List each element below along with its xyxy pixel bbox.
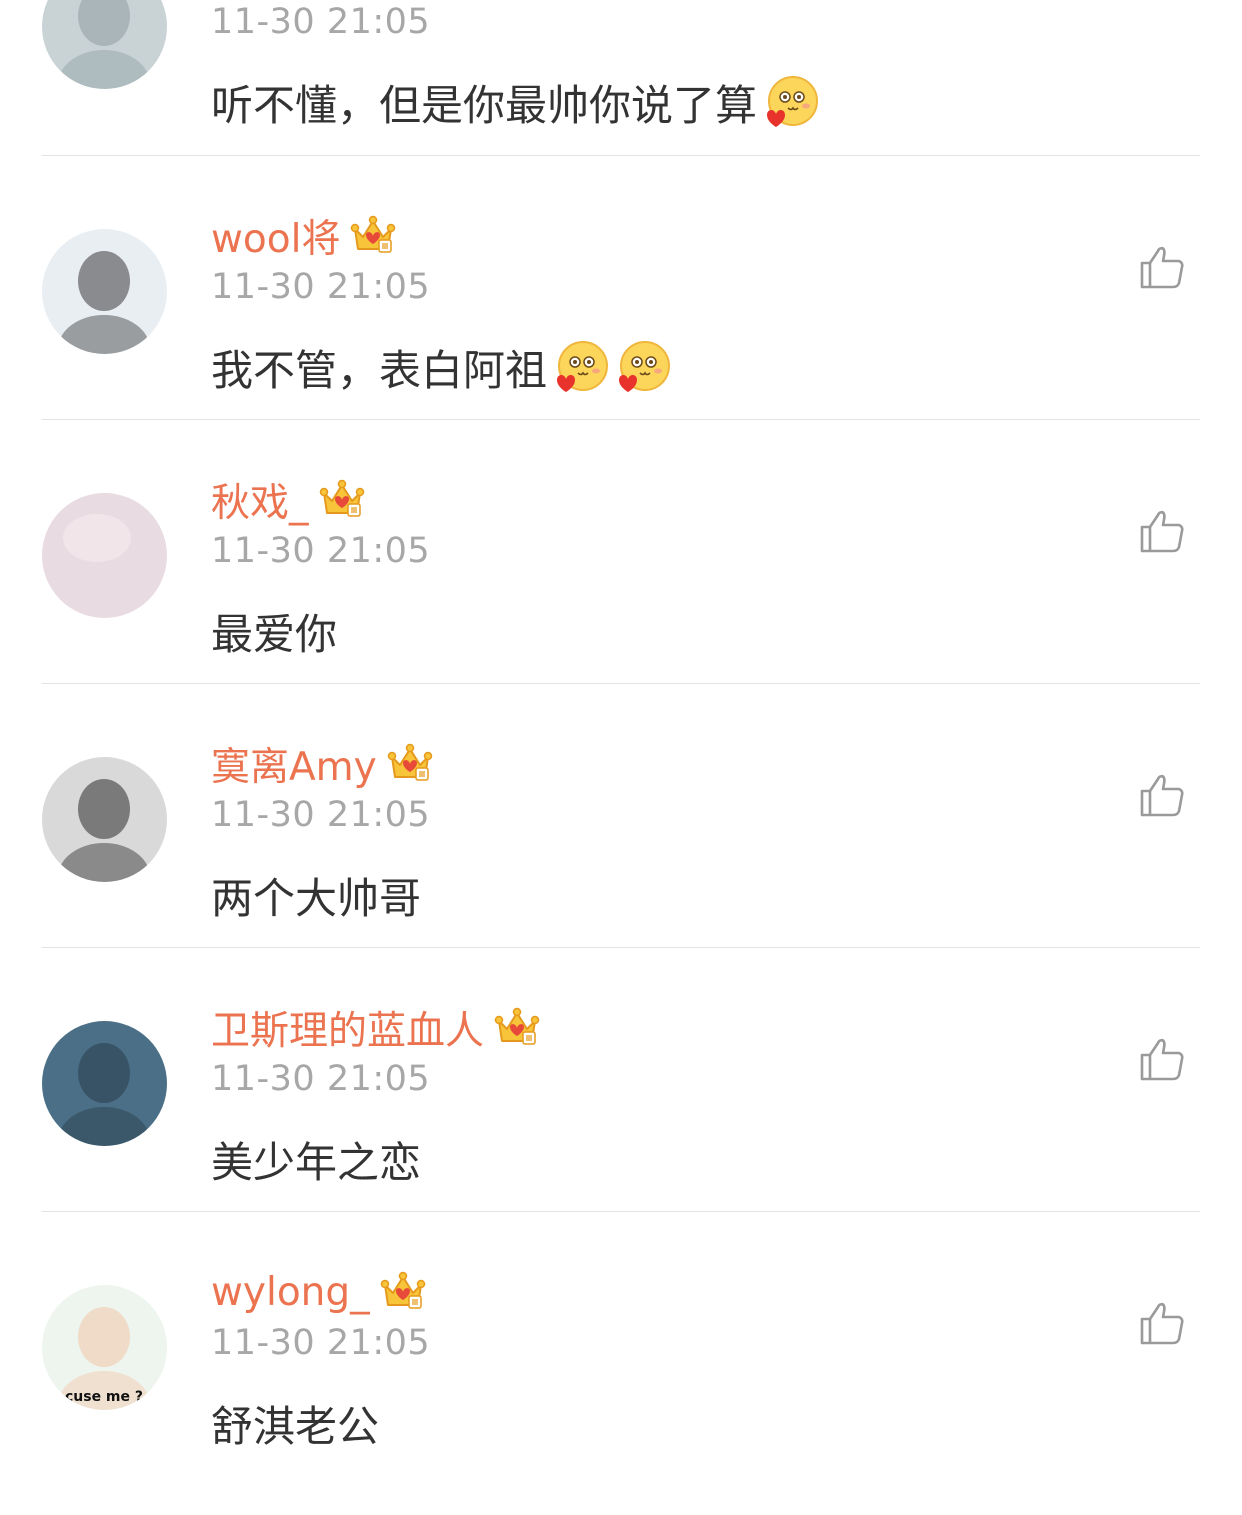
username[interactable]: wylong_	[211, 1265, 426, 1319]
username-text[interactable]: 寞离Amy	[211, 736, 377, 792]
thumbs-up-icon	[1138, 510, 1186, 559]
avatar-caption: cuse me ?	[65, 1389, 143, 1405]
like-button[interactable]	[1138, 507, 1186, 555]
divider	[42, 1211, 1200, 1212]
username[interactable]: 卫斯理的蓝血人	[211, 1001, 540, 1055]
username[interactable]: 寞离Amy	[211, 737, 433, 791]
like-button[interactable]	[1138, 1299, 1186, 1347]
like-button[interactable]	[1138, 243, 1186, 291]
comment-timestamp: 11-30 21:05	[211, 1059, 431, 1099]
username-text[interactable]: 卫斯理的蓝血人	[211, 1000, 484, 1056]
comment-text-content: 最爱你	[211, 610, 338, 659]
thumbs-up-icon	[1138, 774, 1186, 823]
vip-crown-icon	[380, 1269, 426, 1315]
comment-timestamp: 11-30 21:05	[211, 1323, 431, 1363]
divider	[42, 683, 1200, 684]
comment-item[interactable]: 11-30 21:05 听不懂，但是你最帅你说了算	[0, 0, 1242, 194]
avatar[interactable]: cuse me ?	[42, 1285, 167, 1410]
smitten-face-icon	[615, 340, 671, 396]
avatar[interactable]	[42, 757, 167, 882]
username-text[interactable]: 秋戏_	[211, 472, 309, 528]
comment-text: 最爱你	[211, 601, 337, 662]
thumbs-up-icon	[1138, 1302, 1186, 1351]
like-button[interactable]	[1138, 771, 1186, 819]
vip-crown-icon	[387, 741, 433, 787]
comment-text-content: 两个大帅哥	[211, 874, 422, 923]
comment-text: 两个大帅哥	[211, 865, 421, 926]
comment-text-content: 我不管，表白阿祖	[211, 346, 548, 395]
comment-text: 舒淇老公	[211, 1393, 379, 1454]
comment-text-content: 听不懂，但是你最帅你说了算	[211, 81, 758, 130]
smitten-face-icon	[763, 75, 819, 131]
username-text[interactable]: wylong_	[211, 1270, 370, 1315]
username-text[interactable]: wool将	[211, 208, 340, 264]
comment-text-content: 美少年之恋	[211, 1138, 422, 1187]
username[interactable]: 秋戏_	[211, 473, 365, 527]
thumbs-up-icon	[1138, 1038, 1186, 1087]
smitten-face-icon	[553, 340, 609, 396]
divider	[42, 419, 1200, 420]
comment-timestamp: 11-30 21:05	[211, 2, 431, 42]
divider	[42, 155, 1200, 156]
avatar[interactable]	[42, 0, 167, 89]
comment-timestamp: 11-30 21:05	[211, 531, 431, 571]
username[interactable]: wool将	[211, 209, 396, 263]
comment-item[interactable]: cuse me ? wylong_ 11-30 21:05 舒淇老公	[0, 1251, 1242, 1515]
avatar[interactable]	[42, 229, 167, 354]
like-button[interactable]	[1138, 1035, 1186, 1083]
vip-crown-icon	[494, 1005, 540, 1051]
comment-timestamp: 11-30 21:05	[211, 795, 431, 835]
comment-text: 美少年之恋	[211, 1129, 421, 1190]
avatar[interactable]	[42, 493, 167, 618]
vip-crown-icon	[319, 477, 365, 523]
vip-crown-icon	[350, 213, 396, 259]
thumbs-up-icon	[1138, 246, 1186, 295]
comment-text-content: 舒淇老公	[211, 1402, 380, 1451]
comment-text: 听不懂，但是你最帅你说了算	[211, 72, 819, 133]
comment-text: 我不管，表白阿祖	[211, 337, 671, 398]
comment-timestamp: 11-30 21:05	[211, 267, 431, 307]
avatar[interactable]	[42, 1021, 167, 1146]
divider	[42, 947, 1200, 948]
